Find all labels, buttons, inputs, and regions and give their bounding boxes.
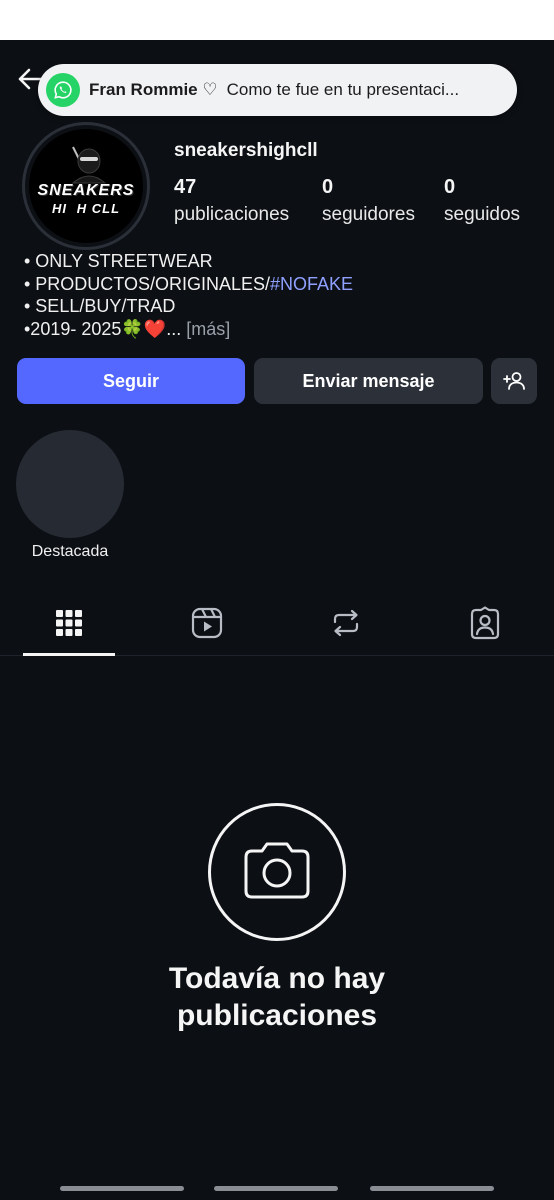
- avatar-logo-text: SNEAKERS: [37, 182, 135, 199]
- bio-text: • PRODUCTOS/ORIGINALES/: [24, 273, 271, 294]
- bio-line: • SELL/BUY/TRAD: [24, 296, 176, 316]
- tab-posts-grid[interactable]: [23, 590, 115, 656]
- bio-line: • ONLY STREETWEAR: [24, 251, 213, 271]
- send-message-button[interactable]: Enviar mensaje: [254, 358, 483, 404]
- status-bar: [0, 0, 554, 40]
- tab-reels[interactable]: [161, 590, 253, 656]
- grid-icon: [56, 610, 82, 636]
- highlight-label: Destacada: [31, 543, 109, 560]
- following-label: seguidos: [444, 204, 521, 225]
- notification-sender: Fran Rommie ♡: [89, 80, 218, 99]
- tab-reposts[interactable]: [300, 590, 392, 656]
- reels-icon: [191, 607, 223, 639]
- add-person-icon: [503, 372, 525, 390]
- tagged-icon: [470, 606, 500, 640]
- nav-gesture-bar: [214, 1186, 338, 1191]
- posts-stat[interactable]: 47 publicaciones: [174, 176, 289, 226]
- profile-avatar[interactable]: SNEAKERS HI⃠H CLL: [22, 122, 150, 250]
- avatar-logo-subtext: HI⃠H CLL: [51, 201, 121, 216]
- avatar: SNEAKERS HI⃠H CLL: [29, 129, 143, 243]
- repost-icon: [333, 609, 359, 637]
- bio-text: •2019- 2025🍀❤️...: [24, 318, 182, 339]
- story-highlight[interactable]: [16, 430, 124, 538]
- following-count: 0: [444, 176, 456, 198]
- posts-count: 47: [174, 176, 197, 198]
- empty-state-message: Todavía no hay publicaciones: [0, 960, 554, 1034]
- active-tab-indicator: [23, 653, 115, 656]
- bio-more-link[interactable]: [más]: [186, 319, 230, 339]
- follow-button[interactable]: Seguir: [17, 358, 245, 404]
- profile-username: sneakershighcll: [174, 140, 318, 161]
- bio-line: •2019- 2025🍀❤️... [más]: [24, 318, 353, 341]
- whatsapp-icon: [46, 73, 80, 107]
- empty-state-line: Todavía no hay: [168, 962, 386, 995]
- followers-stat[interactable]: 0 seguidores: [322, 176, 415, 226]
- posts-label: publicaciones: [174, 204, 290, 225]
- followers-label: seguidores: [322, 204, 415, 225]
- profile-tabs: [0, 590, 554, 656]
- empty-state-icon-circle: [208, 803, 346, 941]
- suggested-accounts-button[interactable]: [491, 358, 537, 404]
- tab-tagged[interactable]: [439, 590, 531, 656]
- bio-line: • PRODUCTOS/ORIGINALES/#NOFAKE: [24, 273, 353, 296]
- empty-state-line: publicaciones: [176, 999, 378, 1032]
- following-stat[interactable]: 0 seguidos: [444, 176, 520, 226]
- notification-message: Como te fue en tu presentaci...: [226, 80, 460, 99]
- profile-bio: • ONLY STREETWEAR • PRODUCTOS/ORIGINALES…: [24, 250, 353, 340]
- nav-gesture-bar: [370, 1186, 494, 1191]
- followers-count: 0: [322, 176, 334, 198]
- camera-icon: [244, 842, 310, 899]
- message-notification[interactable]: Fran Rommie ♡ Como te fue en tu presenta…: [38, 64, 517, 116]
- nav-gesture-bar: [60, 1186, 184, 1191]
- hashtag-link[interactable]: #NOFAKE: [270, 274, 353, 294]
